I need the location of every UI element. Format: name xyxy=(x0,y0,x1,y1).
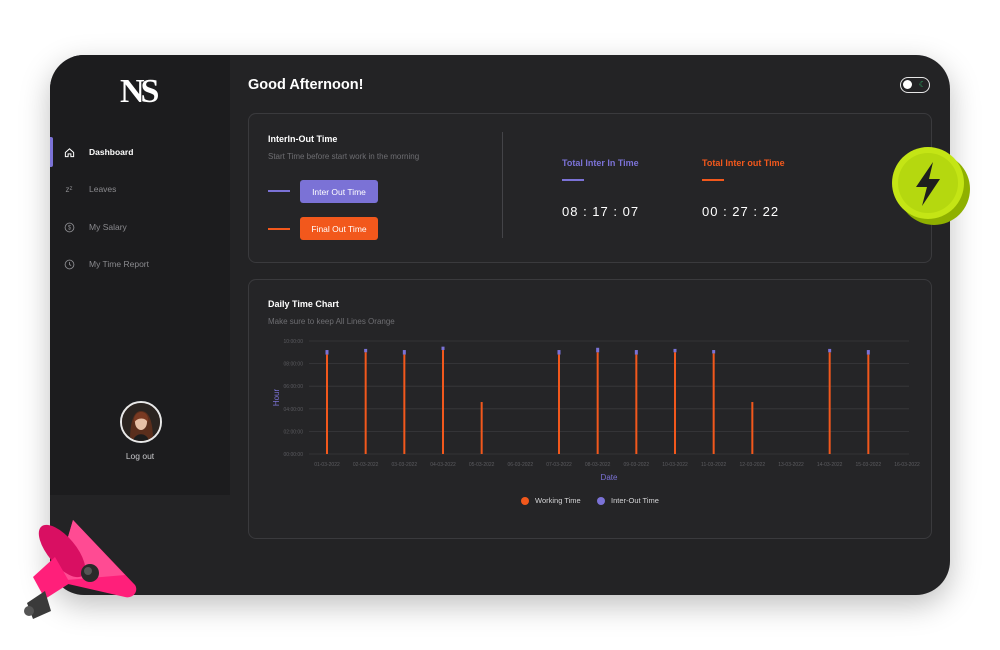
home-icon xyxy=(63,146,75,158)
x-tick-label: 01-03-2022 xyxy=(314,462,340,468)
x-tick-label: 09-03-2022 xyxy=(624,462,650,468)
working-time-bar xyxy=(828,352,831,454)
inter-out-time-bar xyxy=(634,350,638,355)
x-tick-label: 16-03-2022 xyxy=(894,462,920,468)
working-time-bar xyxy=(867,354,870,454)
x-tick-label: 14-03-2022 xyxy=(817,462,843,468)
x-tick-label: 13-03-2022 xyxy=(778,462,804,468)
legend-label: Working Time xyxy=(535,496,581,505)
working-time-bar xyxy=(674,352,676,454)
sidebar-item-my-salary[interactable]: $ My Salary xyxy=(50,212,230,242)
dollar-circle-icon: $ xyxy=(63,221,75,233)
sleep-icon: zz xyxy=(65,184,73,194)
theme-toggle[interactable]: ☾ xyxy=(900,77,930,93)
working-time-bar xyxy=(364,352,367,454)
megaphone-icon xyxy=(24,520,137,619)
sidebar-item-label: Dashboard xyxy=(89,147,134,157)
total-inter-out-value: 00 : 27 : 22 xyxy=(702,204,780,219)
page-title: Good Afternoon! xyxy=(248,77,364,93)
app-logo: NS xyxy=(120,73,159,110)
x-tick-label: 15-03-2022 xyxy=(856,462,882,468)
x-tick-label: 07-03-2022 xyxy=(546,462,572,468)
total-inter-out-label: Total Inter out Time xyxy=(702,158,785,168)
daily-time-chart: 00:00:00 02:00:00 04:00:00 06:00:00 08:00:00… xyxy=(272,339,920,482)
x-tick-label: 03-03-2022 xyxy=(392,462,418,468)
card-subtitle: Start Time before start work in the morn… xyxy=(268,152,420,161)
x-tick-label: 02-03-2022 xyxy=(353,462,379,468)
card-title: InterIn-Out Time xyxy=(268,134,338,144)
working-time-bar xyxy=(635,354,638,454)
y-tick-label: 10:00:00 xyxy=(284,339,304,345)
sidebar-item-label: My Salary xyxy=(89,222,127,232)
legend-label: Inter-Out Time xyxy=(611,496,659,505)
daily-time-chart-card: Daily Time Chart Make sure to keep All L… xyxy=(248,279,932,539)
inter-out-time-bar xyxy=(596,347,600,353)
inter-out-time-bar xyxy=(402,350,406,355)
moon-icon: ☾ xyxy=(918,80,926,89)
y-tick-label: 04:00:00 xyxy=(284,407,304,413)
inter-out-time-bar xyxy=(325,350,329,355)
inter-out-time-bar xyxy=(866,350,870,355)
total-inter-in-value: 08 : 17 : 07 xyxy=(562,204,640,219)
sidebar-item-leaves[interactable]: zz Leaves xyxy=(50,174,230,204)
lightning-badge-icon xyxy=(892,147,970,225)
legend-dot xyxy=(597,496,605,505)
inter-out-time-bar xyxy=(673,348,677,353)
inter-out-time-bar xyxy=(712,350,716,354)
working-time-bar xyxy=(403,354,406,454)
sidebar-item-my-time-report[interactable]: My Time Report xyxy=(50,249,230,279)
sidebar: NS Dashboard zz Leaves $ My Salary My Ti… xyxy=(50,55,230,495)
time-summary-card: InterIn-Out Time Start Time before start… xyxy=(248,113,932,263)
working-time-bar xyxy=(712,353,715,454)
y-axis-label: Hour xyxy=(272,388,281,406)
working-time-bar xyxy=(558,354,560,454)
sidebar-item-label: Leaves xyxy=(89,184,117,194)
x-tick-label: 06-03-2022 xyxy=(508,462,534,468)
working-time-bar xyxy=(751,402,754,454)
inter-out-time-bar xyxy=(441,346,445,351)
legend-inter-out-time: Inter-Out Time xyxy=(597,496,659,505)
x-tick-label: 10-03-2022 xyxy=(662,462,688,468)
sidebar-item-dashboard[interactable]: Dashboard xyxy=(50,137,230,167)
working-time-bar xyxy=(442,350,444,454)
avatar[interactable] xyxy=(120,401,162,443)
x-tick-label: 05-03-2022 xyxy=(469,462,495,468)
clock-icon xyxy=(63,258,75,270)
svg-text:$: $ xyxy=(67,225,71,231)
y-tick-label: 00:00:00 xyxy=(284,452,304,458)
legend-working-time: Working Time xyxy=(521,496,581,505)
working-time-bar xyxy=(326,354,328,454)
inter-out-time-button[interactable]: Inter Out Time xyxy=(300,180,378,203)
working-time-bar xyxy=(480,402,483,454)
purple-line-indicator xyxy=(268,190,290,192)
y-tick-label: 06:00:00 xyxy=(284,384,304,390)
chart-subtitle: Make sure to keep All Lines Orange xyxy=(268,317,395,326)
x-tick-label: 08-03-2022 xyxy=(585,462,611,468)
chart-title: Daily Time Chart xyxy=(268,299,339,309)
stat-underline xyxy=(702,179,724,181)
x-axis-label: Date xyxy=(601,473,618,482)
y-tick-label: 08:00:00 xyxy=(284,362,304,368)
x-tick-label: 12-03-2022 xyxy=(740,462,766,468)
vertical-divider xyxy=(502,132,503,238)
total-inter-in-label: Total Inter In Time xyxy=(562,158,639,168)
stat-underline xyxy=(562,179,584,181)
inter-out-time-bar xyxy=(364,348,368,353)
x-tick-label: 04-03-2022 xyxy=(430,462,456,468)
orange-line-indicator xyxy=(268,228,290,230)
y-tick-label: 02:00:00 xyxy=(284,429,304,435)
dashboard-window: NS Dashboard zz Leaves $ My Salary My Ti… xyxy=(50,55,950,595)
sidebar-item-label: My Time Report xyxy=(89,259,149,269)
inter-out-time-bar xyxy=(557,350,561,355)
inter-out-time-bar xyxy=(828,348,832,353)
logout-button[interactable]: Log out xyxy=(110,451,170,461)
working-time-bar xyxy=(596,352,599,454)
x-tick-label: 11-03-2022 xyxy=(701,462,726,468)
toggle-knob xyxy=(903,80,912,89)
final-out-time-button[interactable]: Final Out Time xyxy=(300,217,378,240)
legend-dot xyxy=(521,496,529,505)
